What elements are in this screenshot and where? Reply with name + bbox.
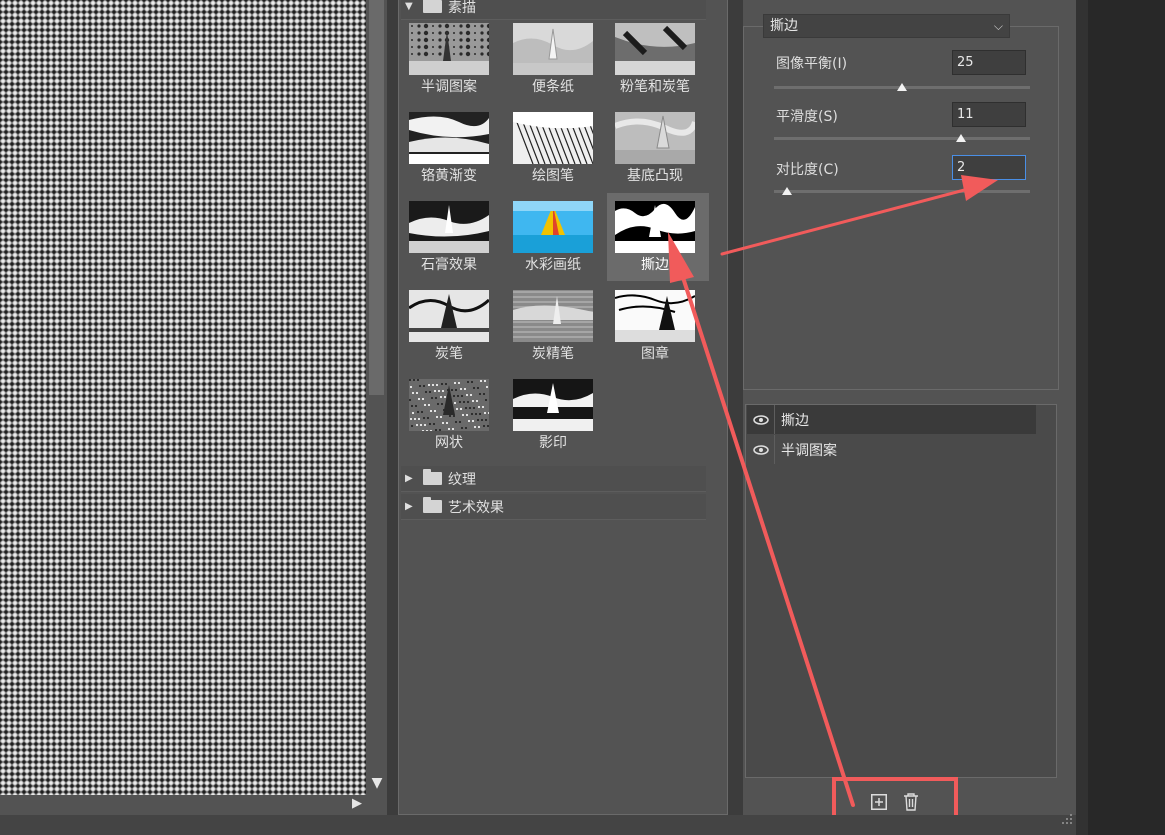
filter-select-dropdown[interactable]: 撕边 ⌵ xyxy=(763,14,1010,38)
filter-thumbnail-label: 绘图笔 xyxy=(532,168,574,184)
filter-thumbnail-item[interactable]: 影印 xyxy=(505,371,607,459)
expand-triangle-icon[interactable]: ▼ xyxy=(405,1,423,12)
filter-thumbnail-item[interactable]: 图章 xyxy=(607,282,709,370)
filter-thumbnail-label: 影印 xyxy=(539,435,567,451)
panel-divider xyxy=(1076,0,1088,835)
filter-thumbnail-item[interactable]: 网状 xyxy=(401,371,503,459)
filter-thumbnail-item[interactable]: 石膏效果 xyxy=(401,193,503,281)
collapse-triangle-icon[interactable]: ▶ xyxy=(405,501,423,512)
chalk-charcoal-thumb xyxy=(615,23,695,75)
filter-thumbnail-label: 粉笔和炭笔 xyxy=(620,79,690,95)
image-balance-input[interactable]: 25 xyxy=(952,50,1026,75)
filter-thumbnail-item[interactable]: 粉笔和炭笔 xyxy=(607,15,709,103)
eye-visibility-icon[interactable] xyxy=(747,405,775,434)
water-paper-thumb xyxy=(513,201,593,253)
filter-thumbnail-item[interactable]: 基底凸现 xyxy=(607,104,709,192)
filter-settings-panel: 图像平衡(I) 25 平滑度(S) 11 对比度(C) 2 撕边 ⌵ 撕边 半调… xyxy=(743,0,1076,835)
filter-thumbnail-label: 图章 xyxy=(641,346,669,362)
chevron-down-icon: ⌵ xyxy=(993,19,1003,33)
smoothness-label: 平滑度(S) xyxy=(776,109,838,125)
horizontal-scrollbar[interactable] xyxy=(0,795,387,815)
filter-thumbnail-item[interactable]: 半调图案 xyxy=(401,15,503,103)
filter-thumbnail-label: 撕边 xyxy=(641,257,669,273)
chrome-thumb xyxy=(409,112,489,164)
filter-thumbnail-item[interactable]: 炭笔 xyxy=(401,282,503,370)
filter-thumbnail-item[interactable]: 铬黄渐变 xyxy=(401,104,503,192)
folder-label: 艺术效果 xyxy=(448,499,504,516)
scroll-down-arrow-icon[interactable]: ▼ xyxy=(368,775,386,791)
conte-crayon-thumb xyxy=(513,290,593,342)
charcoal-thumb xyxy=(409,290,489,342)
stamp-thumb xyxy=(615,290,695,342)
smoothness-input[interactable]: 11 xyxy=(952,102,1026,127)
folder-label: 纹理 xyxy=(448,471,476,488)
filter-select-value: 撕边 xyxy=(770,18,798,34)
photocopy-thumb xyxy=(513,379,593,431)
workspace-background xyxy=(1076,0,1165,835)
filter-thumbnail-item[interactable]: 炭精笔 xyxy=(505,282,607,370)
effect-layers-list: 撕边 半调图案 xyxy=(745,404,1057,778)
filter-thumbnail-label: 网状 xyxy=(435,435,463,451)
filter-thumbnail-item[interactable]: 绘图笔 xyxy=(505,104,607,192)
effect-layer-row[interactable]: 撕边 xyxy=(747,405,1036,434)
resize-grip-icon[interactable] xyxy=(1060,812,1074,826)
contrast-slider-thumb[interactable] xyxy=(781,187,792,195)
reticulation-thumb xyxy=(409,379,489,431)
filter-parameters-group: 图像平衡(I) 25 平滑度(S) 11 对比度(C) 2 xyxy=(743,26,1059,390)
effect-layer-row[interactable]: 半调图案 xyxy=(747,435,1036,464)
folder-icon xyxy=(423,497,442,513)
new-effect-layer-icon[interactable] xyxy=(868,791,890,813)
filter-thumbnail-label: 炭精笔 xyxy=(532,346,574,362)
effect-layer-name: 半调图案 xyxy=(781,442,837,459)
effect-layer-name: 撕边 xyxy=(781,412,809,429)
smoothness-slider-thumb[interactable] xyxy=(955,134,966,142)
filter-thumbnail-label: 便条纸 xyxy=(532,79,574,95)
filter-thumbnail-item[interactable]: 水彩画纸 xyxy=(505,193,607,281)
folder-artistic[interactable]: ▶ 艺术效果 xyxy=(401,494,706,520)
panel-divider xyxy=(728,0,743,835)
filter-thumbnail-label: 水彩画纸 xyxy=(525,257,581,273)
torn-edges-thumb xyxy=(615,201,695,253)
filter-thumbnail-item[interactable]: 撕边 xyxy=(607,193,709,281)
filter-thumbnail-label: 半调图案 xyxy=(421,79,477,95)
filter-thumbnail-label: 炭笔 xyxy=(435,346,463,362)
filter-preview-canvas[interactable] xyxy=(0,0,366,795)
trash-icon[interactable] xyxy=(900,791,922,813)
collapse-triangle-icon[interactable]: ▶ xyxy=(405,473,423,484)
folder-texture[interactable]: ▶ 纹理 xyxy=(401,466,706,492)
bas-relief-thumb xyxy=(615,112,695,164)
contrast-slider[interactable] xyxy=(774,190,1030,193)
halftone-thumb xyxy=(409,23,489,75)
eye-visibility-icon[interactable] xyxy=(747,435,775,464)
note-paper-thumb xyxy=(513,23,593,75)
bottom-status-bar xyxy=(0,815,1076,835)
contrast-input[interactable]: 2 xyxy=(952,155,1026,180)
vertical-scrollbar-thumb[interactable] xyxy=(369,0,384,395)
filter-thumbnail-label: 石膏效果 xyxy=(421,257,477,273)
smoothness-slider[interactable] xyxy=(774,137,1030,140)
scroll-right-arrow-icon[interactable]: ▶ xyxy=(349,796,365,812)
folder-icon xyxy=(423,0,442,13)
filter-thumbnail-label: 铬黄渐变 xyxy=(421,168,477,184)
graphic-pen-thumb xyxy=(513,112,593,164)
plaster-thumb xyxy=(409,201,489,253)
image-balance-slider-thumb[interactable] xyxy=(897,83,907,91)
filter-thumbnail-label: 基底凸现 xyxy=(627,168,683,184)
contrast-label: 对比度(C) xyxy=(776,162,839,178)
filter-thumbnail-item[interactable]: 便条纸 xyxy=(505,15,607,103)
panel-divider xyxy=(387,0,398,835)
image-balance-label: 图像平衡(I) xyxy=(776,56,848,72)
filter-gallery-panel: ▼ 素描 半调图案 便条纸 粉笔和炭笔 铬黄渐变 绘图笔 基底凸现 石膏效果 水彩画纸 撕边 炭笔… xyxy=(398,0,728,815)
folder-icon xyxy=(423,469,442,485)
